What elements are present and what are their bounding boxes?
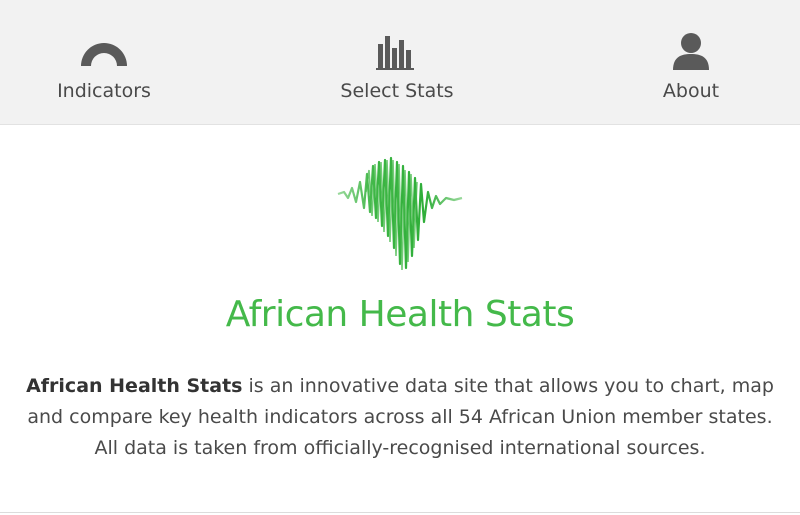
intro-line-1: African Health Stats is an innovative da… [0, 371, 800, 402]
top-navigation-bar: Indicators Select Stats About [0, 0, 800, 125]
bar-chart-icon [376, 36, 414, 70]
intro-line-2: and compare key health indicators across… [27, 406, 773, 428]
nav-label-about: About [662, 80, 720, 102]
site-title: African Health Stats [225, 294, 575, 335]
nav-item-indicators[interactable]: Indicators [4, 0, 204, 124]
divider [0, 512, 800, 513]
dashboard-gauge-icon [81, 43, 127, 66]
intro-text: African Health Stats is an innovative da… [0, 371, 800, 464]
intro-brand-name: African Health Stats [26, 375, 243, 397]
nav-label-indicators: Indicators [57, 80, 151, 102]
soundwave-africa-logo-icon [337, 156, 463, 271]
person-icon [673, 33, 709, 70]
intro-line-3: All data is taken from officially-recogn… [94, 437, 706, 459]
nav-label-select-stats: Select Stats [340, 80, 454, 102]
intro-line-1-rest: is an innovative data site that allows y… [242, 375, 774, 397]
nav-item-select-stats[interactable]: Select Stats [297, 0, 497, 124]
nav-item-about[interactable]: About [591, 0, 791, 124]
